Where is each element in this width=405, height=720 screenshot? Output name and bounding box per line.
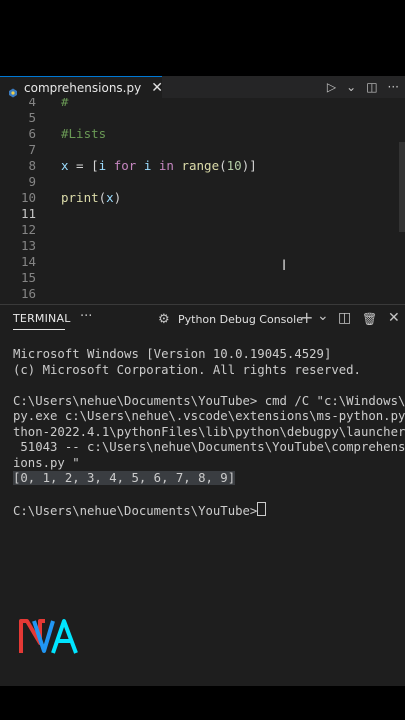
line-number: 7	[28, 142, 36, 157]
code-line[interactable]: 14	[0, 254, 405, 270]
code-token: for	[113, 158, 137, 173]
code-text: #Lists	[61, 126, 106, 142]
code-line[interactable]: 10 print(x)	[0, 190, 405, 206]
terminal-line: (c) Microsoft Corporation. All rights re…	[13, 362, 361, 377]
editor-actions: ▷ ⌄ ◫ ···	[327, 76, 399, 98]
code-token: in	[158, 158, 174, 173]
terminal-line: C:\Users\nehue\Documents\YouTube>	[13, 502, 267, 519]
terminal-line: py.exe c:\Users\nehue\.vscode\extensions…	[13, 409, 405, 423]
code-text: #	[61, 98, 69, 110]
line-number: 13	[20, 238, 36, 253]
trash-icon[interactable]: 🗑	[362, 312, 377, 326]
line-number: 4	[28, 98, 36, 109]
python-icon	[8, 83, 18, 97]
line-number: 8	[28, 158, 36, 173]
run-icon[interactable]: ▷	[327, 80, 336, 94]
terminal-line: Microsoft Windows [Version 10.0.19045.45…	[13, 347, 332, 361]
close-tab-icon[interactable]: ✕	[151, 81, 163, 95]
tab-terminal[interactable]: TERMINAL	[13, 312, 71, 325]
more-actions-icon[interactable]: ···	[388, 80, 399, 94]
vscode-window: comprehensions.py ✕ ▷ ⌄ ◫ ··· 4 #5 6 #Lists…	[0, 76, 405, 686]
terminal-selector[interactable]: Python Debug Console	[178, 313, 303, 326]
code-line[interactable]: 4 #	[0, 98, 405, 110]
run-menu-chevron-icon[interactable]: ⌄	[346, 80, 356, 94]
code-token: (	[219, 158, 227, 173]
line-number: 5	[28, 110, 36, 125]
code-token: #Lists	[61, 126, 107, 141]
tab-bar: comprehensions.py ✕ ▷ ⌄ ◫ ···	[0, 76, 405, 98]
line-number: 9	[28, 174, 36, 189]
split-terminal-icon[interactable]: ◫	[338, 310, 351, 326]
terminal-line: C:\Users\nehue\Documents\YouTube> cmd /C…	[13, 393, 405, 408]
terminal-line: [0, 1, 2, 3, 4, 5, 6, 7, 8, 9]	[13, 471, 236, 486]
terminal-cursor	[257, 502, 267, 516]
close-panel-icon[interactable]: ✕	[388, 310, 400, 326]
split-editor-icon[interactable]: ◫	[366, 80, 377, 94]
code-line[interactable]: 16	[0, 286, 405, 302]
terminal-line: ions.py "	[13, 455, 80, 470]
scrollbar-thumb[interactable]	[399, 142, 405, 232]
tab-label: comprehensions.py	[24, 80, 142, 95]
code-line[interactable]: 6 #Lists	[0, 126, 405, 142]
panel-more-icon[interactable]: ···	[80, 309, 92, 324]
panel-header: TERMINAL ··· ⚙ Python Debug Console + ⌄ …	[0, 305, 405, 335]
code-token: print	[61, 190, 99, 205]
code-token: )]	[241, 158, 257, 173]
code-editor[interactable]: 4 #5 6 #Lists 7 8 x = [i for i in range(10)] 9 1…	[0, 98, 405, 304]
line-number: 15	[20, 270, 36, 285]
terminal-line: 51043 -- c:\Users\nehue\Documents\YouTub…	[13, 440, 405, 454]
code-token: range	[181, 158, 220, 173]
code-token: 10	[226, 158, 242, 173]
code-token: x	[106, 190, 114, 205]
code-line[interactable]: 13	[0, 238, 405, 254]
code-token: = [	[68, 158, 99, 173]
line-number: 6	[28, 126, 36, 141]
line-number: 12	[20, 222, 36, 237]
code-line[interactable]: 15	[0, 270, 405, 286]
text-cursor-icon: I	[282, 258, 287, 274]
line-number: 10	[20, 190, 36, 205]
debug-console-icon: ⚙	[158, 312, 170, 327]
code-token: #	[61, 98, 69, 109]
code-token: )	[113, 190, 122, 205]
active-tab-indicator	[13, 329, 65, 330]
code-line[interactable]: 5	[0, 110, 405, 126]
code-line[interactable]: 12	[0, 222, 405, 238]
terminal-line: thon-2022.4.1\pythonFiles\lib\python\deb…	[13, 424, 405, 439]
new-terminal-icon[interactable]: +	[300, 308, 313, 327]
code-token: x	[61, 158, 69, 173]
code-line[interactable]: 11	[0, 206, 405, 222]
nva-logo	[18, 615, 82, 659]
line-number: 11	[20, 206, 36, 221]
editor-scrollbar[interactable]	[399, 98, 405, 304]
tab-comprehensions[interactable]: comprehensions.py ✕	[0, 76, 163, 98]
terminal-menu-chevron-icon[interactable]: ⌄	[317, 308, 329, 324]
line-number: 16	[20, 286, 36, 301]
code-text: print(x)	[61, 190, 121, 206]
code-line[interactable]: 9	[0, 174, 405, 190]
code-line[interactable]: 8 x = [i for i in range(10)]	[0, 158, 405, 174]
code-text: x = [i for i in range(10)]	[61, 158, 257, 174]
program-output: [0, 1, 2, 3, 4, 5, 6, 7, 8, 9]	[13, 471, 236, 485]
line-number: 14	[20, 254, 36, 269]
code-line[interactable]: 7	[0, 142, 405, 158]
